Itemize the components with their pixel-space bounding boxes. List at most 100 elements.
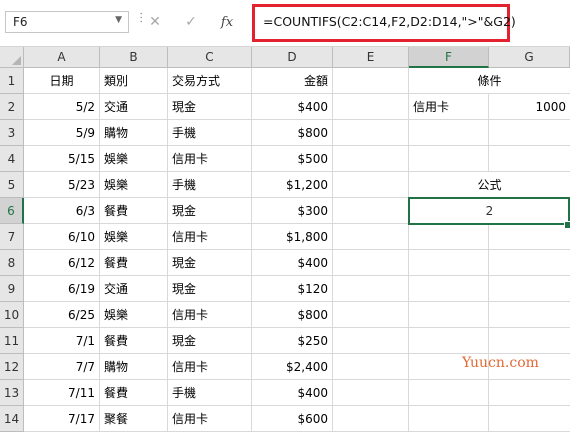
- cell-date[interactable]: 6/12: [24, 250, 100, 276]
- cell-payment[interactable]: 手機: [168, 380, 252, 406]
- cell-date[interactable]: 5/2: [24, 94, 100, 120]
- empty-cell[interactable]: [333, 328, 409, 354]
- name-box[interactable]: F6 ▼: [5, 11, 129, 33]
- empty-cell[interactable]: [409, 406, 489, 432]
- formula-label[interactable]: 公式: [409, 172, 570, 198]
- formula-input[interactable]: =COUNTIFS(C2:C14,F2,D2:D14,">"&G2): [252, 4, 516, 42]
- cancel-icon[interactable]: ✕: [142, 11, 168, 33]
- cell-payment[interactable]: 現金: [168, 250, 252, 276]
- cell-amount[interactable]: $250: [252, 328, 333, 354]
- empty-cell[interactable]: [489, 224, 570, 250]
- cell-category[interactable]: 娛樂: [100, 172, 168, 198]
- row-header-9[interactable]: 9: [0, 276, 24, 302]
- empty-cell[interactable]: [333, 224, 409, 250]
- cell-category[interactable]: 交通: [100, 276, 168, 302]
- cell-amount[interactable]: $2,400: [252, 354, 333, 380]
- condition-amount-cell[interactable]: 1000: [489, 94, 570, 120]
- empty-cell[interactable]: [409, 276, 489, 302]
- cell-date[interactable]: 6/25: [24, 302, 100, 328]
- empty-cell[interactable]: [489, 328, 570, 354]
- cell-date[interactable]: 7/1: [24, 328, 100, 354]
- cell-amount[interactable]: $400: [252, 94, 333, 120]
- cell-date[interactable]: 7/7: [24, 354, 100, 380]
- row-header-11[interactable]: 11: [0, 328, 24, 354]
- empty-cell[interactable]: [333, 120, 409, 146]
- header-amount[interactable]: 金額: [252, 68, 333, 94]
- cell-payment[interactable]: 信用卡: [168, 302, 252, 328]
- row-header-8[interactable]: 8: [0, 250, 24, 276]
- empty-cell[interactable]: [489, 380, 570, 406]
- insert-function-icon[interactable]: fx: [214, 11, 240, 33]
- cell-amount[interactable]: $1,800: [252, 224, 333, 250]
- empty-cell[interactable]: [409, 120, 489, 146]
- empty-cell[interactable]: [333, 172, 409, 198]
- empty-cell[interactable]: [409, 328, 489, 354]
- cell-date[interactable]: 5/9: [24, 120, 100, 146]
- empty-cell[interactable]: [489, 120, 570, 146]
- cell-amount[interactable]: $300: [252, 198, 333, 224]
- cell-category[interactable]: 娛樂: [100, 146, 168, 172]
- column-header-a[interactable]: A: [24, 47, 100, 68]
- cell-date[interactable]: 7/17: [24, 406, 100, 432]
- row-header-2[interactable]: 2: [0, 94, 24, 120]
- cell-amount[interactable]: $800: [252, 120, 333, 146]
- row-header-5[interactable]: 5: [0, 172, 24, 198]
- fill-handle[interactable]: [564, 221, 570, 229]
- column-header-b[interactable]: B: [100, 47, 168, 68]
- cell-payment[interactable]: 信用卡: [168, 354, 252, 380]
- empty-cell[interactable]: [409, 380, 489, 406]
- empty-cell[interactable]: [489, 250, 570, 276]
- cell-e1[interactable]: [333, 68, 409, 94]
- cell-payment[interactable]: 信用卡: [168, 146, 252, 172]
- empty-cell[interactable]: [333, 406, 409, 432]
- row-header-7[interactable]: 7: [0, 224, 24, 250]
- row-header-3[interactable]: 3: [0, 120, 24, 146]
- cell-category[interactable]: 交通: [100, 94, 168, 120]
- cell-amount[interactable]: $400: [252, 380, 333, 406]
- cell-date[interactable]: 6/19: [24, 276, 100, 302]
- row-header-4[interactable]: 4: [0, 146, 24, 172]
- row-header-12[interactable]: 12: [0, 354, 24, 380]
- cell-category[interactable]: 餐費: [100, 250, 168, 276]
- empty-cell[interactable]: [333, 380, 409, 406]
- header-payment[interactable]: 交易方式: [168, 68, 252, 94]
- cell-amount[interactable]: $500: [252, 146, 333, 172]
- header-date[interactable]: 日期: [24, 68, 100, 94]
- row-header-10[interactable]: 10: [0, 302, 24, 328]
- empty-cell[interactable]: [489, 276, 570, 302]
- empty-cell[interactable]: [333, 146, 409, 172]
- cell-payment[interactable]: 信用卡: [168, 224, 252, 250]
- cell-amount[interactable]: $400: [252, 250, 333, 276]
- empty-cell[interactable]: [333, 354, 409, 380]
- cell-payment[interactable]: 信用卡: [168, 406, 252, 432]
- empty-cell[interactable]: [409, 146, 489, 172]
- conditions-label[interactable]: 條件: [409, 68, 570, 94]
- select-all-button[interactable]: [0, 47, 24, 68]
- cell-amount[interactable]: $1,200: [252, 172, 333, 198]
- empty-cell[interactable]: [489, 406, 570, 432]
- cell-payment[interactable]: 手機: [168, 172, 252, 198]
- empty-cell[interactable]: [333, 198, 409, 224]
- empty-cell[interactable]: [333, 276, 409, 302]
- cell-payment[interactable]: 現金: [168, 276, 252, 302]
- column-header-e[interactable]: E: [333, 47, 409, 68]
- result-cell[interactable]: 2: [409, 198, 570, 224]
- cell-category[interactable]: 購物: [100, 120, 168, 146]
- cell-date[interactable]: 5/15: [24, 146, 100, 172]
- cell-category[interactable]: 餐費: [100, 380, 168, 406]
- column-header-d[interactable]: D: [252, 47, 333, 68]
- chevron-down-icon[interactable]: ▼: [115, 15, 122, 25]
- empty-cell[interactable]: [333, 250, 409, 276]
- cell-payment[interactable]: 現金: [168, 198, 252, 224]
- column-header-g[interactable]: G: [489, 47, 570, 68]
- cell-amount[interactable]: $600: [252, 406, 333, 432]
- cell-category[interactable]: 聚餐: [100, 406, 168, 432]
- row-header-14[interactable]: 14: [0, 406, 24, 432]
- empty-cell[interactable]: [333, 302, 409, 328]
- cell-payment[interactable]: 現金: [168, 94, 252, 120]
- row-header-6[interactable]: 6: [0, 198, 24, 224]
- empty-cell[interactable]: [409, 250, 489, 276]
- cell-category[interactable]: 餐費: [100, 328, 168, 354]
- cell-date[interactable]: 7/11: [24, 380, 100, 406]
- cell-payment[interactable]: 手機: [168, 120, 252, 146]
